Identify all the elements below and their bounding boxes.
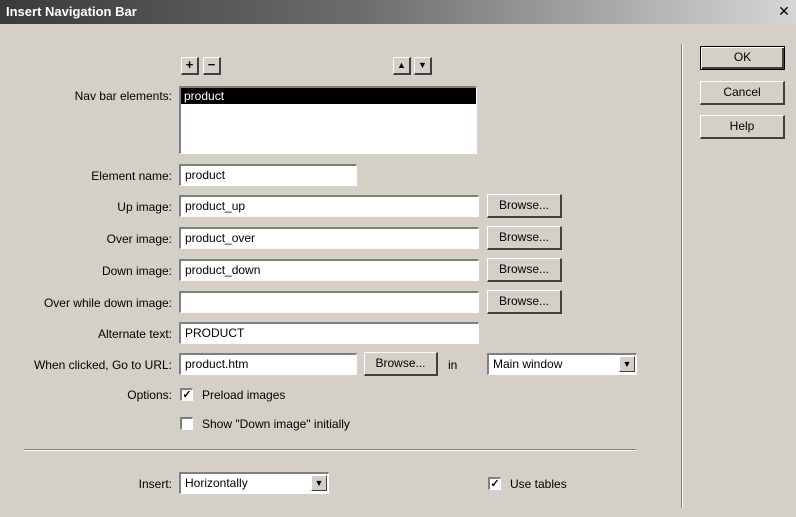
close-icon[interactable]: ✕ — [776, 3, 792, 19]
insert-orientation-select[interactable]: Horizontally ▼ — [179, 472, 329, 494]
window-title: Insert Navigation Bar — [6, 4, 137, 19]
up-image-label: Up image: — [117, 200, 172, 214]
chevron-down-icon[interactable]: ▼ — [311, 475, 327, 491]
preload-images-label: Preload images — [202, 388, 286, 402]
over-while-down-browse-button[interactable]: Browse... — [487, 290, 562, 314]
preload-images-checkbox[interactable]: ✓ — [180, 388, 193, 401]
over-while-down-image-label: Over while down image: — [43, 296, 172, 310]
use-tables-checkbox[interactable]: ✓ — [488, 477, 501, 490]
in-label: in — [448, 358, 458, 372]
vertical-separator — [681, 44, 683, 508]
over-image-label: Over image: — [106, 232, 172, 246]
list-item[interactable]: product — [181, 88, 476, 104]
target-window-select[interactable]: Main window ▼ — [487, 353, 637, 375]
alternate-text-field[interactable]: PRODUCT — [179, 322, 479, 344]
cancel-button[interactable]: Cancel — [700, 81, 785, 105]
element-name-field[interactable]: product — [179, 164, 357, 186]
help-button[interactable]: Help — [700, 115, 785, 139]
down-image-browse-button[interactable]: Browse... — [487, 258, 562, 282]
title-bar: Insert Navigation Bar ✕ — [0, 0, 796, 24]
move-up-button[interactable]: ▲ — [393, 57, 411, 75]
down-image-label: Down image: — [101, 264, 172, 278]
up-image-field[interactable]: product_up — [179, 195, 479, 217]
use-tables-label: Use tables — [510, 477, 567, 491]
insert-label: Insert: — [138, 477, 172, 491]
options-label: Options: — [127, 388, 172, 402]
insert-orientation-value: Horizontally — [185, 476, 248, 490]
chevron-down-icon[interactable]: ▼ — [619, 356, 635, 372]
url-field[interactable]: product.htm — [179, 353, 357, 375]
down-image-field[interactable]: product_down — [179, 259, 479, 281]
over-image-browse-button[interactable]: Browse... — [487, 226, 562, 250]
up-image-browse-button[interactable]: Browse... — [487, 194, 562, 218]
target-window-value: Main window — [493, 357, 563, 371]
nav-bar-elements-list[interactable]: product — [179, 86, 477, 154]
separator — [24, 449, 636, 451]
alternate-text-label: Alternate text: — [97, 327, 172, 341]
url-browse-button[interactable]: Browse... — [364, 352, 438, 376]
url-label: When clicked, Go to URL: — [33, 358, 172, 372]
element-name-label: Element name: — [91, 169, 172, 183]
add-element-button[interactable]: + — [181, 57, 199, 75]
move-down-button[interactable]: ▼ — [414, 57, 432, 75]
remove-element-button[interactable]: − — [203, 57, 221, 75]
over-while-down-image-field[interactable] — [179, 291, 479, 313]
nav-bar-elements-label: Nav bar elements: — [74, 89, 172, 103]
show-down-image-label: Show "Down image" initially — [202, 417, 350, 431]
over-image-field[interactable]: product_over — [179, 227, 479, 249]
show-down-image-checkbox[interactable] — [180, 417, 193, 430]
ok-button[interactable]: OK — [700, 46, 785, 70]
